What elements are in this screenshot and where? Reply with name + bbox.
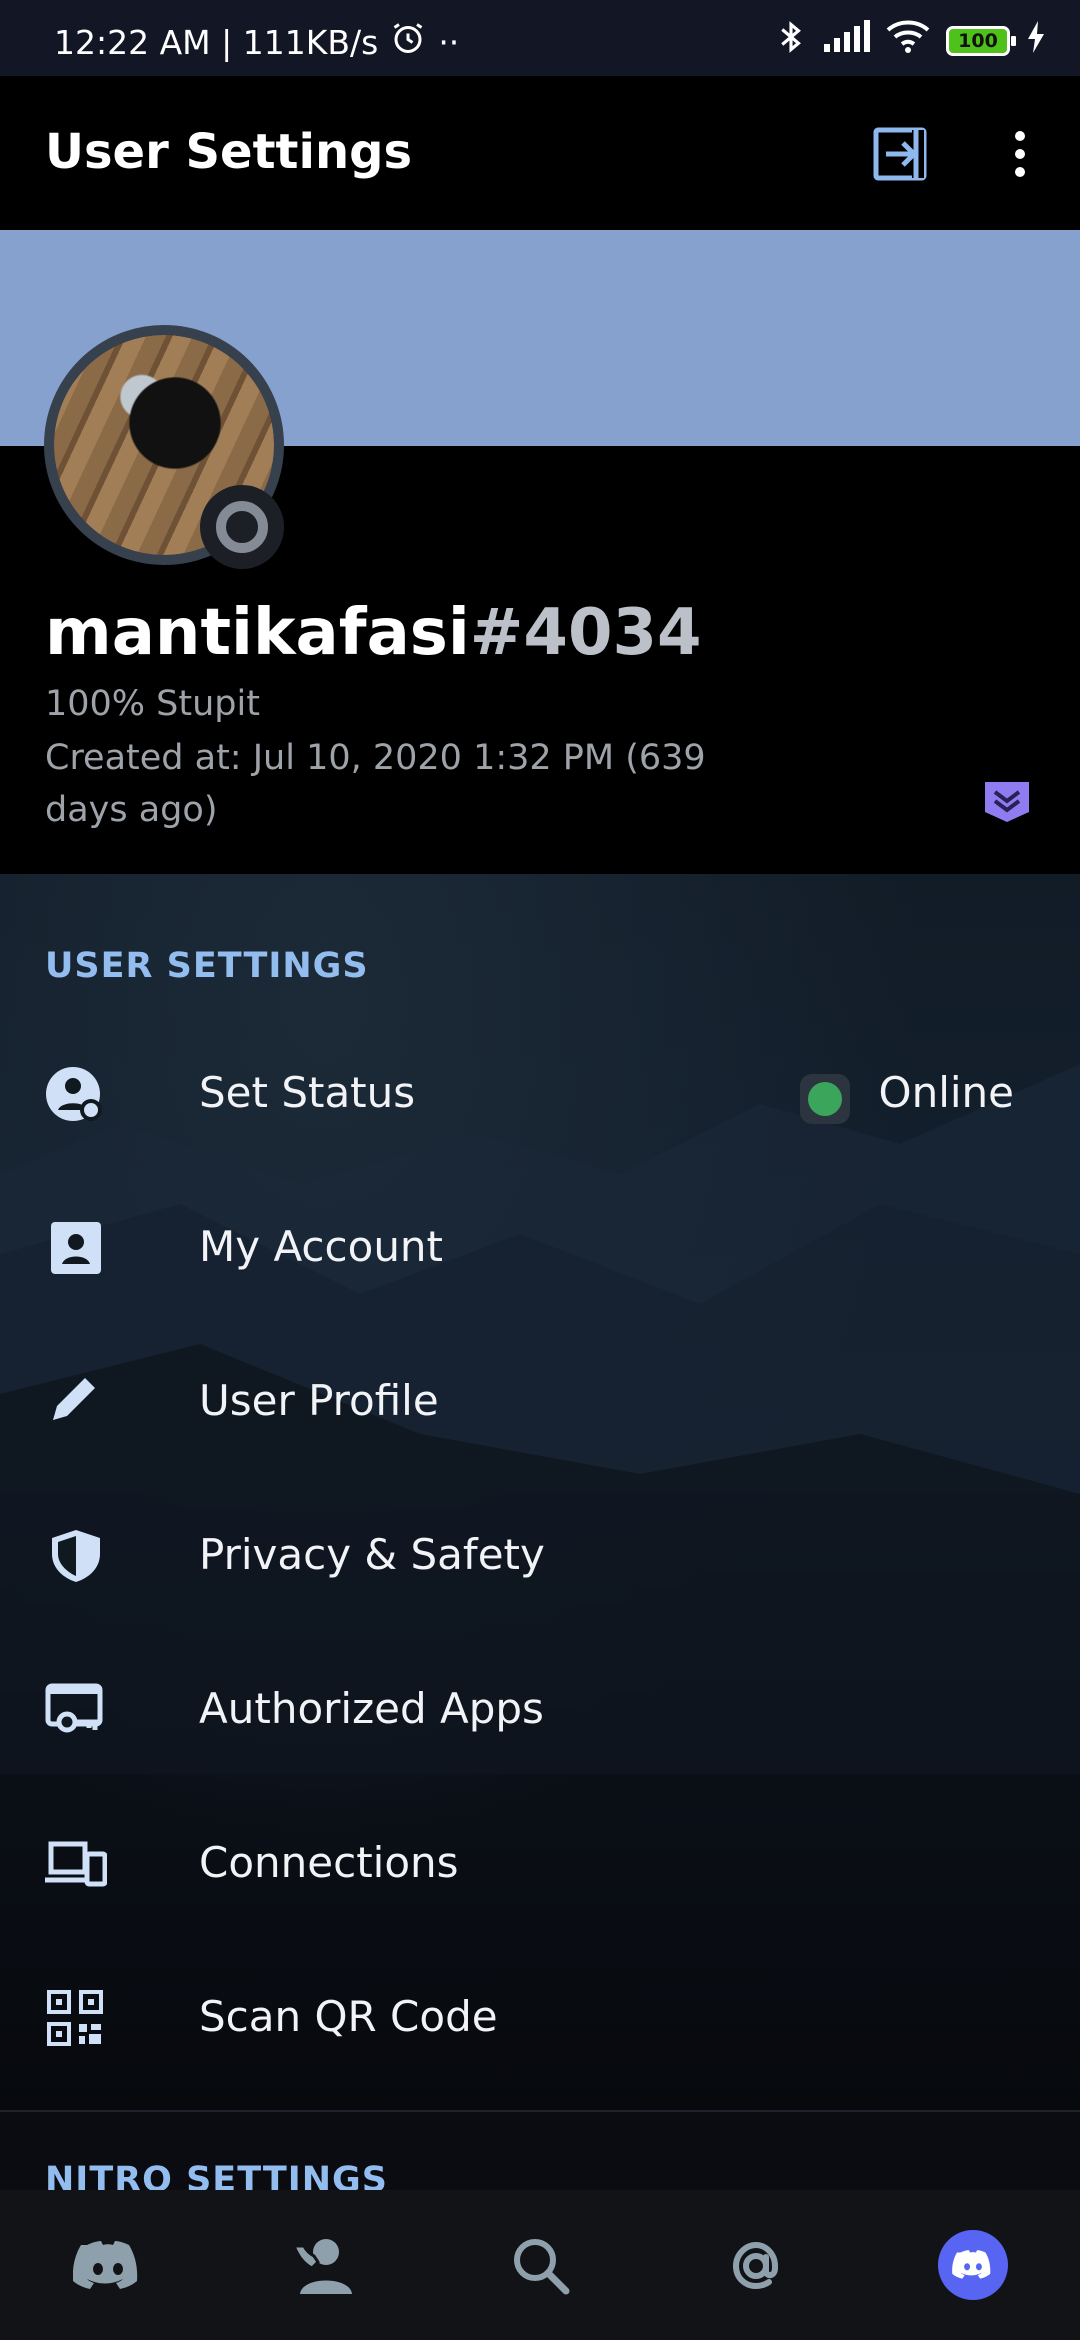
settings-item-privacy-safety[interactable]: Privacy & Safety — [0, 1478, 1080, 1632]
status-value: Online — [878, 1068, 1014, 1117]
account-created: Created at: Jul 10, 2020 1:32 PM (639 da… — [45, 738, 706, 830]
devices-icon — [45, 1836, 108, 1892]
home-icon[interactable] — [70, 2228, 146, 2304]
qr-code-icon — [45, 1990, 107, 2046]
offline-status-icon — [216, 501, 268, 553]
alarm-icon — [390, 20, 426, 64]
status-bar: 12:22 AM | 111KB/s ·· 100 — [0, 0, 1080, 76]
section-divider — [0, 2110, 1080, 2112]
friends-icon[interactable] — [287, 2228, 363, 2304]
more-options-icon[interactable] — [1000, 126, 1040, 182]
online-dot-icon — [808, 1082, 842, 1116]
settings-item-connections[interactable]: Connections — [0, 1786, 1080, 1940]
settings-list: USER SETTINGS Set Status Online My Accou… — [0, 874, 1080, 2110]
settings-item-label: Authorized Apps — [199, 1684, 544, 1733]
pencil-icon — [45, 1374, 107, 1430]
settings-item-label: Set Status — [199, 1068, 416, 1117]
bottom-navigation — [0, 2190, 1080, 2340]
settings-item-label: Privacy & Safety — [199, 1530, 545, 1579]
section-header-user-settings: USER SETTINGS — [45, 946, 369, 986]
settings-item-label: User Profile — [199, 1376, 439, 1425]
settings-item-user-profile[interactable]: User Profile — [0, 1324, 1080, 1478]
search-icon[interactable] — [503, 2228, 579, 2304]
page-title: User Settings — [45, 124, 413, 180]
status-icon — [45, 1066, 107, 1122]
settings-item-label: Connections — [199, 1838, 459, 1887]
presence-indicator — [200, 485, 284, 569]
status-time: 12:22 AM | 111KB/s — [54, 22, 379, 62]
charging-icon — [1026, 21, 1046, 61]
authorized-apps-icon — [45, 1682, 107, 1738]
online-status-indicator — [800, 1074, 850, 1124]
settings-item-my-account[interactable]: My Account — [0, 1170, 1080, 1324]
app-bar: User Settings — [0, 76, 1080, 230]
settings-item-scan-qr[interactable]: Scan QR Code — [0, 1940, 1080, 2094]
profile-icon[interactable] — [938, 2230, 1008, 2300]
mentions-icon[interactable] — [718, 2228, 794, 2304]
notification-dots: ·· — [438, 22, 460, 62]
username-discriminator: #4034 — [469, 596, 702, 670]
username-name: mantikafasi — [45, 596, 470, 670]
wifi-icon — [886, 20, 930, 62]
logout-icon[interactable] — [872, 126, 928, 182]
shield-icon — [45, 1528, 107, 1584]
account-icon — [45, 1220, 107, 1276]
signal-icon — [822, 20, 870, 62]
settings-item-set-status[interactable]: Set Status Online — [0, 1016, 1080, 1170]
username: mantikafasi#4034 — [45, 596, 702, 670]
battery-icon: 100 — [946, 26, 1016, 56]
section-header-nitro-settings: NITRO SETTINGS — [45, 2160, 388, 2190]
settings-item-authorized-apps[interactable]: Authorized Apps — [0, 1632, 1080, 1786]
profile-bio: 100% Stupit — [45, 684, 260, 724]
expand-profile-icon[interactable] — [985, 782, 1029, 822]
settings-item-label: My Account — [199, 1222, 444, 1271]
bluetooth-icon — [776, 18, 806, 64]
settings-item-label: Scan QR Code — [199, 1992, 498, 2041]
battery-level: 100 — [958, 30, 998, 52]
